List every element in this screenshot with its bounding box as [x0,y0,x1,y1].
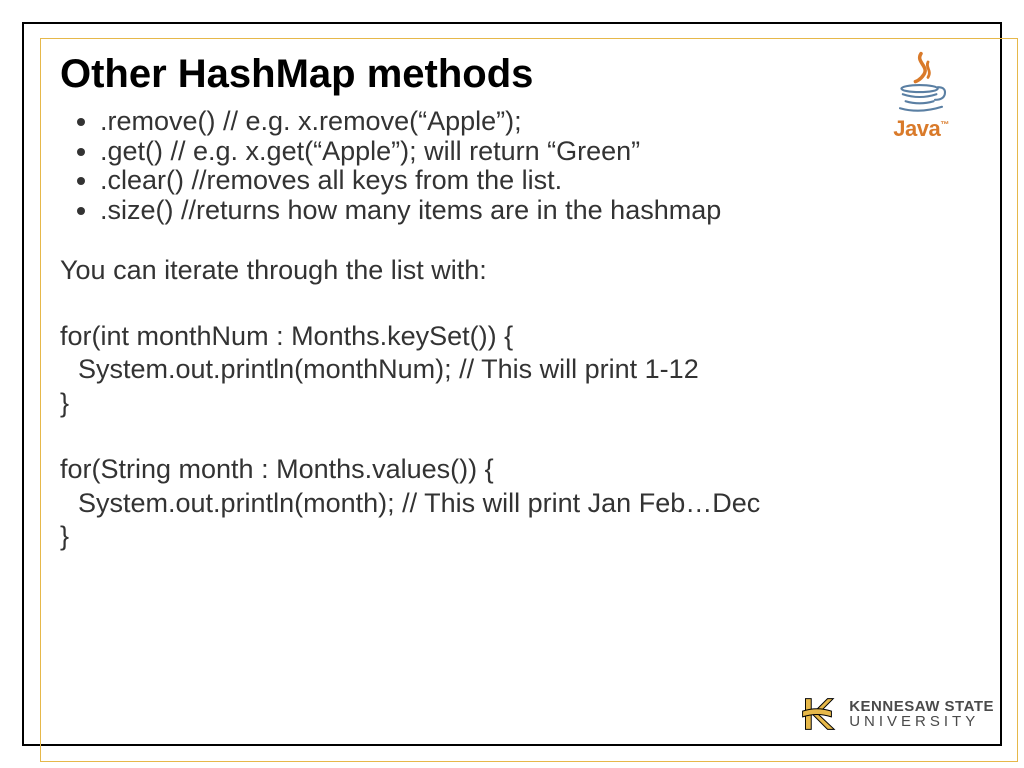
iterate-intro-text: You can iterate through the list with: [60,254,964,288]
code-line: } [60,387,964,421]
ksu-shield-icon [793,690,841,738]
ksu-wordmark: KENNESAW STATE UNIVERSITY [849,699,994,729]
ksu-line2: UNIVERSITY [849,714,994,729]
slide-title: Other HashMap methods [60,52,964,97]
code-block-2: for(String month : Months.values()) { Sy… [60,453,964,554]
ksu-logo: KENNESAW STATE UNIVERSITY [793,690,994,738]
method-list: .remove() // e.g. x.remove(“Apple”); .ge… [60,107,964,226]
slide-content: Other HashMap methods .remove() // e.g. … [60,52,964,716]
code-line: System.out.println(monthNum); // This wi… [60,353,964,387]
list-item: .remove() // e.g. x.remove(“Apple”); [100,107,964,137]
code-line: for(String month : Months.values()) { [60,453,964,487]
code-block-1: for(int monthNum : Months.keySet()) { Sy… [60,320,964,421]
list-item: .get() // e.g. x.get(“Apple”); will retu… [100,137,964,167]
list-item: .size() //returns how many items are in … [100,196,964,226]
code-line: for(int monthNum : Months.keySet()) { [60,320,964,354]
code-line: } [60,520,964,554]
ksu-line1: KENNESAW STATE [849,699,994,714]
list-item: .clear() //removes all keys from the lis… [100,166,964,196]
code-line: System.out.println(month); // This will … [60,487,964,521]
body-text: You can iterate through the list with: f… [60,254,964,554]
